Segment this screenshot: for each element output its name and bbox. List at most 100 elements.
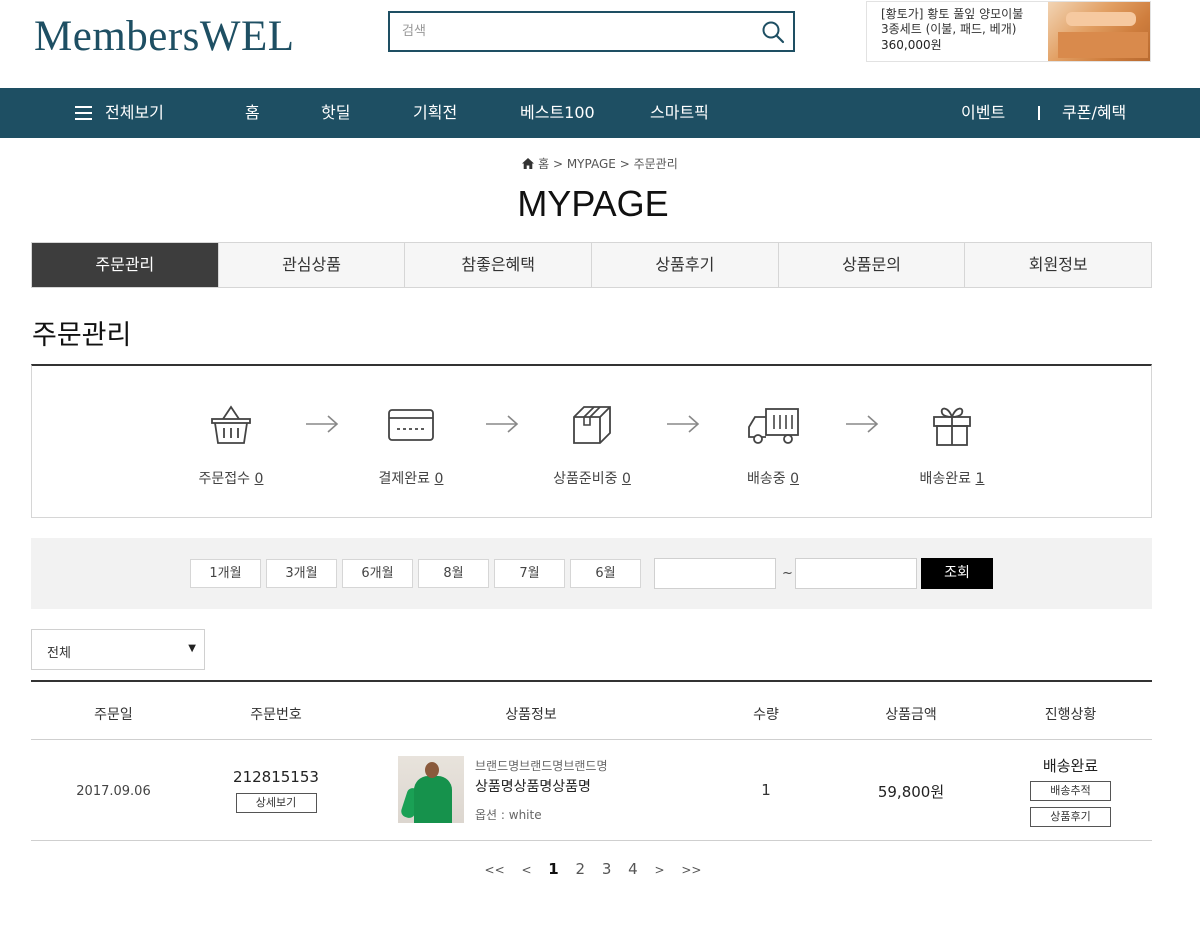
nav-item-smartpick[interactable]: 스마트픽 — [650, 88, 709, 138]
arrow-right-icon — [846, 415, 879, 433]
order-number-cell: 212815153 상세보기 — [226, 768, 326, 813]
home-icon[interactable] — [522, 158, 535, 169]
section-title: 주문관리 — [32, 320, 132, 351]
nav-all-menu[interactable]: 전체보기 — [105, 88, 164, 138]
product-info: 브랜드명브랜드명브랜드명 상품명상품명상품명 옵션 : white — [475, 757, 715, 823]
page-prev[interactable]: < — [521, 863, 531, 877]
tab-reviews[interactable]: 상품후기 — [592, 243, 779, 287]
page-title: MYPAGE — [517, 183, 669, 224]
order-detail-button[interactable]: 상세보기 — [235, 793, 317, 813]
credit-card-icon — [388, 409, 434, 441]
step-label: 상품준비중 0 — [553, 471, 631, 487]
step-shipping[interactable]: 배송중 0 — [708, 403, 838, 488]
nav-item-coupons[interactable]: 쿠폰/혜택 — [1062, 88, 1126, 138]
order-status-cell: 배송완료 배송추적 상품후기 — [1013, 755, 1128, 827]
tab-member-info[interactable]: 회원정보 — [965, 243, 1152, 287]
truck-icon — [748, 408, 799, 444]
period-june-button[interactable]: 6월 — [570, 559, 641, 588]
ad-price: 360,000원 — [881, 38, 942, 52]
breadcrumb: 홈 > MYPAGE > 주문관리 — [0, 155, 1200, 172]
table-row: 2017.09.06 212815153 상세보기 브랜드명브랜드명브랜드명 상… — [31, 740, 1152, 841]
page-number[interactable]: 1 — [548, 860, 558, 878]
order-price: 59,800원 — [877, 783, 945, 801]
tab-order-management[interactable]: 주문관리 — [32, 243, 219, 287]
product-name[interactable]: 상품명상품명상품명 — [475, 776, 715, 796]
nav-item-special[interactable]: 기획전 — [413, 88, 457, 138]
step-label: 배송완료 1 — [919, 471, 985, 487]
product-thumbnail[interactable] — [398, 756, 464, 823]
period-august-button[interactable]: 8월 — [418, 559, 489, 588]
period-6months-button[interactable]: 6개월 — [342, 559, 413, 588]
step-label: 주문접수 0 — [198, 471, 264, 487]
track-delivery-button[interactable]: 배송추적 — [1030, 781, 1111, 801]
status-select[interactable]: 전체 ▼ — [31, 629, 205, 670]
order-status-flow: 주문접수 0 결제완료 0 상품준비중 0 배송중 0 배송완료 1 — [31, 364, 1152, 518]
search-button[interactable] — [761, 20, 785, 44]
step-count: 0 — [621, 471, 631, 487]
page-next[interactable]: > — [654, 863, 664, 877]
basket-icon — [211, 405, 251, 444]
column-header-price: 상품금액 — [885, 707, 937, 723]
order-qty: 1 — [761, 781, 771, 799]
order-table: 주문일 주문번호 상품정보 수량 상품금액 진행상황 2017.09.06 21… — [31, 680, 1152, 841]
step-count: 1 — [975, 471, 985, 487]
step-count: 0 — [434, 471, 444, 487]
page-number[interactable]: 2 — [576, 860, 586, 878]
page-number[interactable]: 4 — [628, 860, 638, 878]
page-last[interactable]: >> — [681, 863, 701, 877]
ad-title-line1: [황토가] 황토 풀잎 양모이불 — [881, 7, 1024, 21]
breadcrumb-separator: > — [619, 157, 630, 171]
product-brand: 브랜드명브랜드명브랜드명 — [475, 759, 608, 773]
search-input[interactable] — [390, 13, 750, 50]
page-number[interactable]: 3 — [602, 860, 612, 878]
search-icon — [762, 21, 785, 44]
site-logo[interactable]: MembersWEL — [34, 12, 295, 61]
step-delivered[interactable]: 배송완료 1 — [887, 403, 1017, 488]
period-1month-button[interactable]: 1개월 — [190, 559, 261, 588]
ad-product-image — [1048, 2, 1150, 61]
end-date-input[interactable] — [795, 558, 917, 589]
order-number: 212815153 — [233, 768, 319, 786]
banner-ad[interactable]: [황토가] 황토 풀잎 양모이불 3종세트 (이불, 패드, 베개) 360,0… — [866, 1, 1151, 62]
tab-inquiries[interactable]: 상품문의 — [778, 243, 966, 287]
menu-icon[interactable] — [75, 106, 92, 121]
breadcrumb-current: 주문관리 — [633, 157, 678, 171]
product-option: 옵션 : white — [475, 808, 542, 822]
breadcrumb-mypage[interactable]: MYPAGE — [567, 157, 616, 171]
arrow-right-icon — [667, 415, 700, 433]
step-count: 0 — [790, 471, 799, 487]
nav-item-best100[interactable]: 베스트100 — [520, 88, 595, 138]
nav-item-hotdeal[interactable]: 핫딜 — [321, 88, 350, 138]
start-date-input[interactable] — [654, 558, 776, 589]
nav-item-home[interactable]: 홈 — [245, 88, 260, 138]
box-icon — [573, 406, 611, 444]
nav-item-events[interactable]: 이벤트 — [961, 88, 1005, 138]
step-payment-complete[interactable]: 결제완료 0 — [346, 403, 476, 488]
breadcrumb-home[interactable]: 홈 — [538, 157, 549, 171]
tab-benefits[interactable]: 참좋은혜택 — [405, 243, 593, 287]
table-header: 주문일 주문번호 상품정보 수량 상품금액 진행상황 — [31, 680, 1152, 740]
page-first[interactable]: << — [485, 863, 505, 877]
breadcrumb-separator: > — [552, 157, 563, 171]
step-order-received[interactable]: 주문접수 0 — [166, 403, 296, 488]
ad-text: [황토가] 황토 풀잎 양모이불 3종세트 (이불, 패드, 베개) 360,0… — [881, 7, 1051, 53]
search-submit-button[interactable]: 조회 — [921, 558, 993, 589]
column-header-status: 진행상황 — [1044, 707, 1097, 723]
ad-title-line2: 3종세트 (이불, 패드, 베개) — [881, 22, 1017, 36]
date-range-separator: ~ — [782, 566, 793, 581]
search-box — [388, 11, 795, 52]
gift-icon — [933, 407, 971, 446]
column-header-product: 상품정보 — [505, 707, 557, 723]
column-header-date: 주문일 — [94, 707, 133, 723]
tab-wishlist[interactable]: 관심상품 — [218, 243, 406, 287]
period-filter: 1개월 3개월 6개월 8월 7월 6월 ~ 조회 — [31, 538, 1152, 609]
write-review-button[interactable]: 상품후기 — [1030, 807, 1111, 827]
step-preparing[interactable]: 상품준비중 0 — [527, 403, 657, 488]
step-count: 0 — [254, 471, 264, 487]
step-label: 결제완료 0 — [378, 471, 444, 487]
period-3months-button[interactable]: 3개월 — [266, 559, 337, 588]
column-header-qty: 수량 — [753, 707, 779, 723]
pagination: << < 1 2 3 4 > >> — [0, 860, 1186, 878]
column-header-order-no: 주문번호 — [250, 707, 302, 723]
period-july-button[interactable]: 7월 — [494, 559, 565, 588]
